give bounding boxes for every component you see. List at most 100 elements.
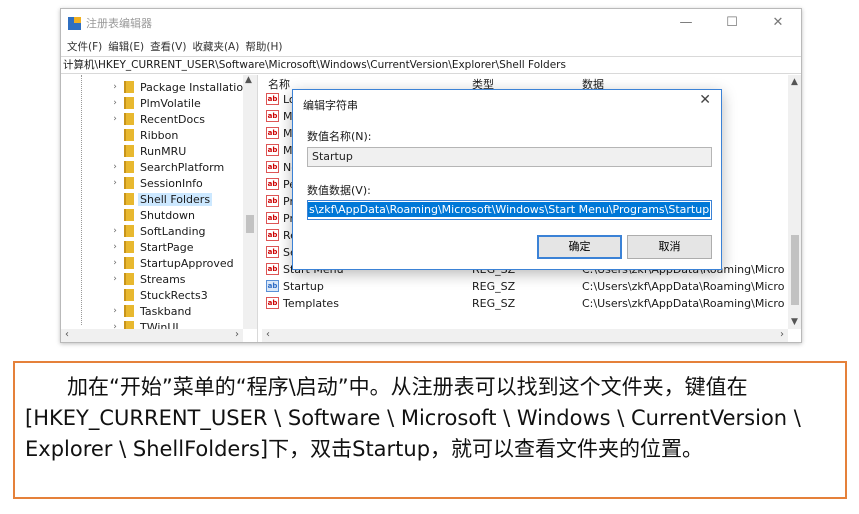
- minimize-button[interactable]: —: [663, 9, 709, 37]
- string-value-icon: ab: [266, 297, 279, 309]
- dialog-title: 编辑字符串: [303, 99, 358, 112]
- folder-icon: [124, 81, 134, 93]
- tree-item-label: StartupApproved: [140, 256, 234, 270]
- chevron-right-icon[interactable]: ›: [109, 178, 121, 188]
- tree-item-label: RecentDocs: [140, 112, 205, 126]
- value-data-field[interactable]: s\zkf\AppData\Roaming\Microsoft\Windows\…: [307, 200, 712, 220]
- string-value-icon: ab: [266, 212, 279, 224]
- tree-item[interactable]: StuckRects3: [109, 287, 210, 303]
- chevron-right-icon[interactable]: ›: [109, 226, 121, 236]
- tree-item[interactable]: Ribbon: [109, 127, 180, 143]
- caption-box: 加在“开始”菜单的“程序\启动”中。从注册表可以找到这个文件夹，键值在[HKEY…: [13, 361, 847, 499]
- tree-horizontal-scrollbar[interactable]: ‹ ›: [61, 329, 243, 342]
- close-button[interactable]: ✕: [755, 9, 801, 37]
- tree-item-label: SoftLanding: [140, 224, 206, 238]
- tree-guide-line: [81, 75, 82, 325]
- value-name: Startup: [283, 280, 324, 293]
- value-data: C:\Users\zkf\AppData\Roaming\Micro: [582, 297, 785, 310]
- scroll-left-icon[interactable]: ‹: [266, 329, 270, 340]
- address-bar[interactable]: 计算机\HKEY_CURRENT_USER\Software\Microsoft…: [61, 56, 801, 74]
- folder-icon: [124, 209, 134, 221]
- value-data-selected-text: s\zkf\AppData\Roaming\Microsoft\Windows\…: [308, 202, 711, 217]
- menu-edit[interactable]: 编辑(E): [105, 37, 147, 55]
- tree-item-label: SearchPlatform: [140, 160, 225, 174]
- tree-vertical-scrollbar[interactable]: ▲: [243, 75, 257, 329]
- menu-bar: 文件(F) 编辑(E) 查看(V) 收藏夹(A) 帮助(H): [61, 37, 801, 55]
- string-value-icon: ab: [266, 178, 279, 190]
- value-data-label: 数值数据(V):: [307, 184, 371, 197]
- scroll-down-icon[interactable]: ▼: [791, 317, 798, 327]
- title-bar: 注册表编辑器 — ☐ ✕: [61, 9, 801, 37]
- folder-icon: [124, 97, 134, 109]
- string-value-icon: ab: [266, 127, 279, 139]
- tree-item[interactable]: RunMRU: [109, 143, 188, 159]
- string-value-icon: ab: [266, 229, 279, 241]
- string-value-icon: ab: [266, 195, 279, 207]
- value-row[interactable]: ab Startup REG_SZ C:\Users\zkf\AppData\Roam…: [262, 278, 801, 295]
- chevron-right-icon[interactable]: ›: [109, 258, 121, 268]
- tree-item[interactable]: › SoftLanding: [109, 223, 208, 239]
- regedit-icon: [68, 16, 81, 30]
- scroll-up-icon[interactable]: ▲: [791, 77, 798, 87]
- dialog-close-button[interactable]: ✕: [699, 92, 711, 108]
- chevron-right-icon[interactable]: ›: [109, 274, 121, 284]
- folder-icon: [124, 177, 134, 189]
- tree-item-label: StartPage: [140, 240, 194, 254]
- value-data: C:\Users\zkf\AppData\Roaming\Micro: [582, 280, 785, 293]
- tree-item-label: RunMRU: [140, 144, 187, 158]
- chevron-right-icon[interactable]: ›: [109, 98, 121, 108]
- tree-item[interactable]: › PlmVolatile: [109, 95, 203, 111]
- scroll-right-icon[interactable]: ›: [780, 329, 784, 340]
- value-type: REG_SZ: [472, 280, 516, 293]
- menu-help[interactable]: 帮助(H): [242, 37, 285, 55]
- list-vertical-scrollbar[interactable]: ▲ ▼: [788, 75, 801, 329]
- column-name[interactable]: 名称: [268, 76, 290, 92]
- value-name-field[interactable]: Startup: [307, 147, 712, 167]
- value-row[interactable]: ab Templates REG_SZ C:\Users\zkf\AppData\Ro…: [262, 295, 801, 312]
- folder-icon: [124, 241, 134, 253]
- chevron-right-icon[interactable]: ›: [109, 82, 121, 92]
- cancel-button[interactable]: 取消: [627, 235, 712, 259]
- list-scroll-thumb[interactable]: [791, 235, 799, 305]
- tree-item[interactable]: Shutdown: [109, 207, 197, 223]
- tree-item[interactable]: › SessionInfo: [109, 175, 205, 191]
- menu-file[interactable]: 文件(F): [64, 37, 105, 55]
- tree-item[interactable]: › StartPage: [109, 239, 196, 255]
- tree-item-label: Shutdown: [140, 208, 195, 222]
- folder-icon: [124, 145, 134, 157]
- scroll-left-icon[interactable]: ‹: [65, 329, 69, 340]
- list-horizontal-scrollbar[interactable]: ‹ ›: [262, 329, 788, 342]
- maximize-button[interactable]: ☐: [709, 9, 755, 37]
- string-value-icon: ab: [266, 144, 279, 156]
- tree-item[interactable]: › RecentDocs: [109, 111, 207, 127]
- tree-item-label: Ribbon: [140, 128, 179, 142]
- tree-item[interactable]: › Package Installatio: [109, 79, 245, 95]
- window-title: 注册表编辑器: [86, 17, 152, 30]
- scroll-up-icon[interactable]: ▲: [245, 75, 252, 85]
- tree-item-label: Taskband: [140, 304, 192, 318]
- ok-button[interactable]: 确定: [537, 235, 622, 259]
- chevron-right-icon[interactable]: ›: [109, 114, 121, 124]
- tree-item-label: StuckRects3: [140, 288, 208, 302]
- string-value-icon: ab: [266, 93, 279, 105]
- string-value-icon: ab: [266, 246, 279, 258]
- folder-icon: [124, 273, 134, 285]
- chevron-right-icon[interactable]: ›: [109, 242, 121, 252]
- chevron-right-icon[interactable]: ›: [109, 306, 121, 316]
- scroll-right-icon[interactable]: ›: [235, 329, 239, 340]
- folder-icon: [124, 193, 134, 205]
- string-value-icon: ab: [266, 280, 279, 292]
- tree-scroll-thumb[interactable]: [246, 215, 254, 233]
- menu-favorites[interactable]: 收藏夹(A): [189, 37, 242, 55]
- chevron-right-icon[interactable]: ›: [109, 162, 121, 172]
- key-tree: › Package Installatio › PlmVolatile › RecentD…: [61, 75, 258, 342]
- value-name-label: 数值名称(N):: [307, 130, 372, 143]
- tree-item[interactable]: Shell Folders: [109, 191, 213, 207]
- tree-item[interactable]: › StartupApproved: [109, 255, 236, 271]
- tree-item[interactable]: › Streams: [109, 271, 188, 287]
- menu-view[interactable]: 查看(V): [147, 37, 189, 55]
- value-type: REG_SZ: [472, 297, 516, 310]
- folder-icon: [124, 129, 134, 141]
- tree-item[interactable]: › Taskband: [109, 303, 193, 319]
- tree-item[interactable]: › SearchPlatform: [109, 159, 226, 175]
